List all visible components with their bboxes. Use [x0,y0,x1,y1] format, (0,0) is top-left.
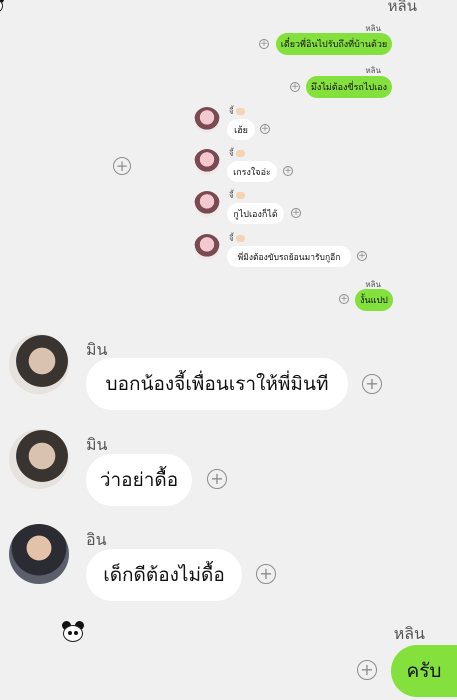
message-bubble-incoming[interactable]: กูไปเองก็ได้ [227,203,284,224]
add-reaction-icon[interactable]: + [113,157,131,175]
message-bubble-incoming[interactable]: เกรงใจอ่ะ [227,161,277,182]
add-reaction-icon[interactable]: + [357,251,367,261]
sender-name: จี้ [229,232,245,245]
avatar[interactable] [194,191,220,217]
add-reaction-icon[interactable]: + [339,294,349,304]
hand-emoji-icon [235,235,245,242]
message-bubble-incoming[interactable]: เฮ้ย [227,119,255,140]
sender-name-top: หลิน [387,0,417,15]
message-bubble-outgoing[interactable]: มึงไม่ต้องขี่รถไปเอง [306,76,392,98]
add-reaction-icon[interactable]: + [283,166,293,176]
sender-name: จี้ [229,189,245,202]
message-bubble-outgoing[interactable]: งั้นแปป [355,289,393,311]
avatar[interactable] [194,234,220,260]
panda-emoji-icon [62,621,85,643]
add-reaction-icon[interactable]: + [357,660,377,680]
sender-name: จี้ [229,147,245,160]
avatar[interactable] [9,524,69,584]
message-bubble-incoming[interactable]: พี่มิงต้องขับรถย้อนมารับกูอีก [227,246,351,267]
add-reaction-icon[interactable]: + [207,469,227,489]
add-reaction-icon[interactable]: + [256,564,276,584]
message-bubble-outgoing[interactable]: เดี๋ยวพี่อินไปรับถึงที่บ้านด้วย [276,33,392,55]
sender-name: จี้ [229,105,245,118]
avatar[interactable] [9,334,69,394]
message-bubble-incoming[interactable]: ว่าอย่าดื้อ [86,454,192,506]
add-reaction-icon[interactable]: + [260,124,270,134]
message-bubble-incoming[interactable]: บอกน้องจี้เพื่อนเราให้พี่มินที [86,358,348,410]
hand-emoji-icon [235,192,245,199]
avatar[interactable] [9,429,69,489]
message-bubble-incoming[interactable]: เด็กดีต้องไม่ดื้อ [86,549,242,601]
add-reaction-icon[interactable]: + [259,39,269,49]
avatar[interactable] [194,107,220,133]
sender-name: หลิน [393,624,425,643]
hand-emoji-icon [235,150,245,157]
add-reaction-icon[interactable]: + [290,82,300,92]
hand-emoji-icon [235,108,245,115]
add-reaction-icon[interactable]: + [362,374,382,394]
panda-emoji-icon [0,0,4,14]
message-bubble-outgoing[interactable]: ครับ [391,645,457,697]
avatar[interactable] [194,149,220,175]
add-reaction-icon[interactable]: + [291,208,301,218]
